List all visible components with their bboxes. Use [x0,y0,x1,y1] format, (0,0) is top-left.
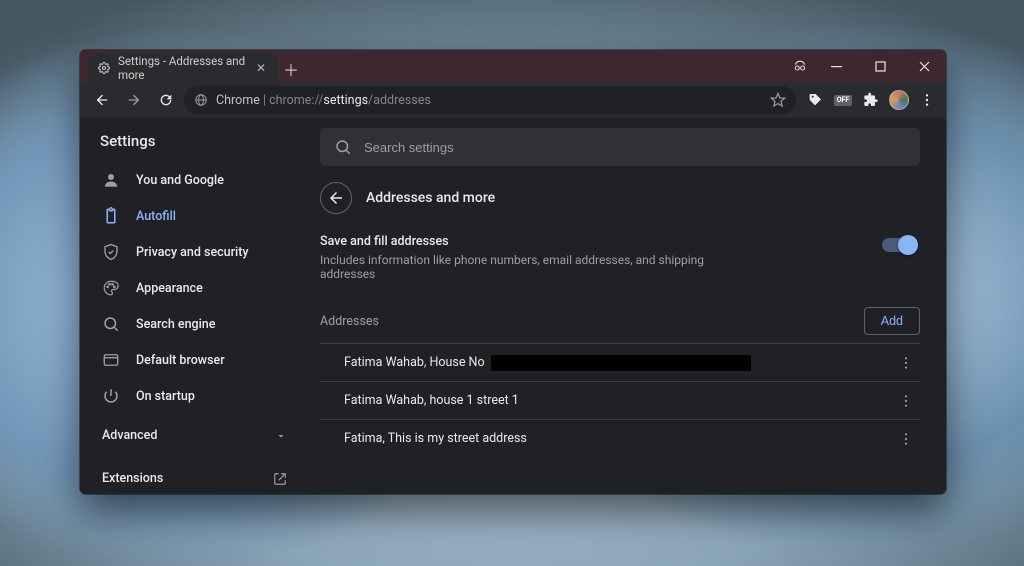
sidebar-item-autofill[interactable]: Autofill [80,198,309,234]
address-bar[interactable]: Chrome | chrome://settings/addresses [184,86,796,114]
add-address-button[interactable]: Add [864,307,920,335]
address-more-menu[interactable] [894,389,918,413]
sidebar-item-label: Search engine [136,317,215,332]
address-row[interactable]: Fatima Wahab, house 1 street 1 [320,381,920,419]
address-row[interactable]: Fatima, This is my street address [320,419,920,457]
toggle-knob [898,235,918,255]
chrome-window: Settings - Addresses and more ✕ ＋ [80,50,946,494]
tab-strip: Settings - Addresses and more ✕ ＋ [88,50,304,82]
extensions-puzzle-icon[interactable] [860,89,882,111]
sidebar-item-appearance[interactable]: Appearance [80,270,309,306]
addresses-list: Fatima Wahab, House No Fatima Wahab, hou… [320,343,920,457]
settings-search-input[interactable] [364,140,906,155]
shield-icon [102,243,120,261]
sidebar-item-label: On startup [136,389,195,404]
bookmark-star-icon[interactable] [770,92,786,108]
sidebar-item-label: Appearance [136,281,203,296]
search-icon [334,138,352,156]
chevron-down-icon [275,430,287,442]
forward-button[interactable] [120,86,148,114]
address-text: Fatima Wahab, House No [344,355,485,370]
address-text: Fatima, This is my street address [344,431,527,446]
addresses-label: Addresses [320,314,379,329]
settings-page: Settings You and Google Autofill [80,118,946,494]
sidebar-item-default-browser[interactable]: Default browser [80,342,309,378]
reload-button[interactable] [152,86,180,114]
advanced-label: Advanced [102,428,157,443]
browser-menu-icon[interactable] [916,89,938,111]
profile-avatar[interactable] [888,89,910,111]
tab-close-icon[interactable]: ✕ [254,60,268,76]
browser-icon [102,351,120,369]
address-more-menu[interactable] [894,427,918,451]
address-text: Fatima Wahab, house 1 street 1 [344,393,519,408]
sidebar-extensions-link[interactable]: Extensions [80,461,309,494]
sidebar-item-label: Default browser [136,353,225,368]
sidebar-item-label: Privacy and security [136,245,249,260]
addresses-card: Save and fill addresses Includes informa… [310,230,920,457]
incognito-icon[interactable] [786,50,814,82]
settings-search[interactable] [320,128,920,166]
back-button[interactable] [88,86,116,114]
addresses-heading-row: Addresses Add [320,295,920,343]
settings-sidebar: Settings You and Google Autofill [80,118,310,494]
power-icon [102,387,120,405]
window-close-button[interactable] [902,50,946,82]
sidebar-item-you-and-google[interactable]: You and Google [80,162,309,198]
clipboard-icon [102,207,120,225]
save-addresses-toggle[interactable] [882,238,916,252]
sidebar-item-privacy[interactable]: Privacy and security [80,234,309,270]
section-back-button[interactable] [320,182,352,214]
sidebar-item-search-engine[interactable]: Search engine [80,306,309,342]
extension-icons: OFF [800,89,938,111]
toggle-description: Includes information like phone numbers,… [320,249,740,281]
window-titlebar: Settings - Addresses and more ✕ ＋ [80,50,946,82]
address-more-menu[interactable] [894,351,918,375]
sidebar-advanced-toggle[interactable]: Advanced [80,414,309,451]
search-icon [102,315,120,333]
section-header: Addresses and more [310,176,920,230]
tab-settings[interactable]: Settings - Addresses and more ✕ [88,54,278,82]
site-info-icon[interactable] [194,93,208,107]
window-maximize-button[interactable] [858,50,902,82]
redacted-block [491,355,751,371]
omnibox-url: Chrome | chrome://settings/addresses [216,93,431,108]
window-minimize-button[interactable] [814,50,858,82]
settings-heading: Settings [80,118,309,162]
sidebar-item-on-startup[interactable]: On startup [80,378,309,414]
sidebar-footer: Extensions About Chrome [80,461,309,494]
gear-icon [98,62,110,74]
palette-icon [102,279,120,297]
window-controls [786,50,946,82]
person-icon [102,171,120,189]
external-link-icon [273,472,287,486]
save-addresses-toggle-row: Save and fill addresses Includes informa… [320,230,920,295]
tab-title: Settings - Addresses and more [118,54,246,82]
address-row[interactable]: Fatima Wahab, House No [320,343,920,381]
sidebar-item-label: Autofill [136,209,176,224]
extension-off-badge[interactable]: OFF [832,89,854,111]
settings-nav: You and Google Autofill Privacy and secu… [80,162,309,414]
browser-toolbar: Chrome | chrome://settings/addresses OFF [80,82,946,118]
sidebar-item-label: You and Google [136,173,224,188]
new-tab-button[interactable]: ＋ [278,56,304,82]
extension-tag-icon[interactable] [804,89,826,111]
extensions-label: Extensions [102,471,163,486]
settings-main: Addresses and more Save and fill address… [310,118,946,494]
section-title: Addresses and more [366,190,495,206]
toggle-title: Save and fill addresses [320,234,740,249]
